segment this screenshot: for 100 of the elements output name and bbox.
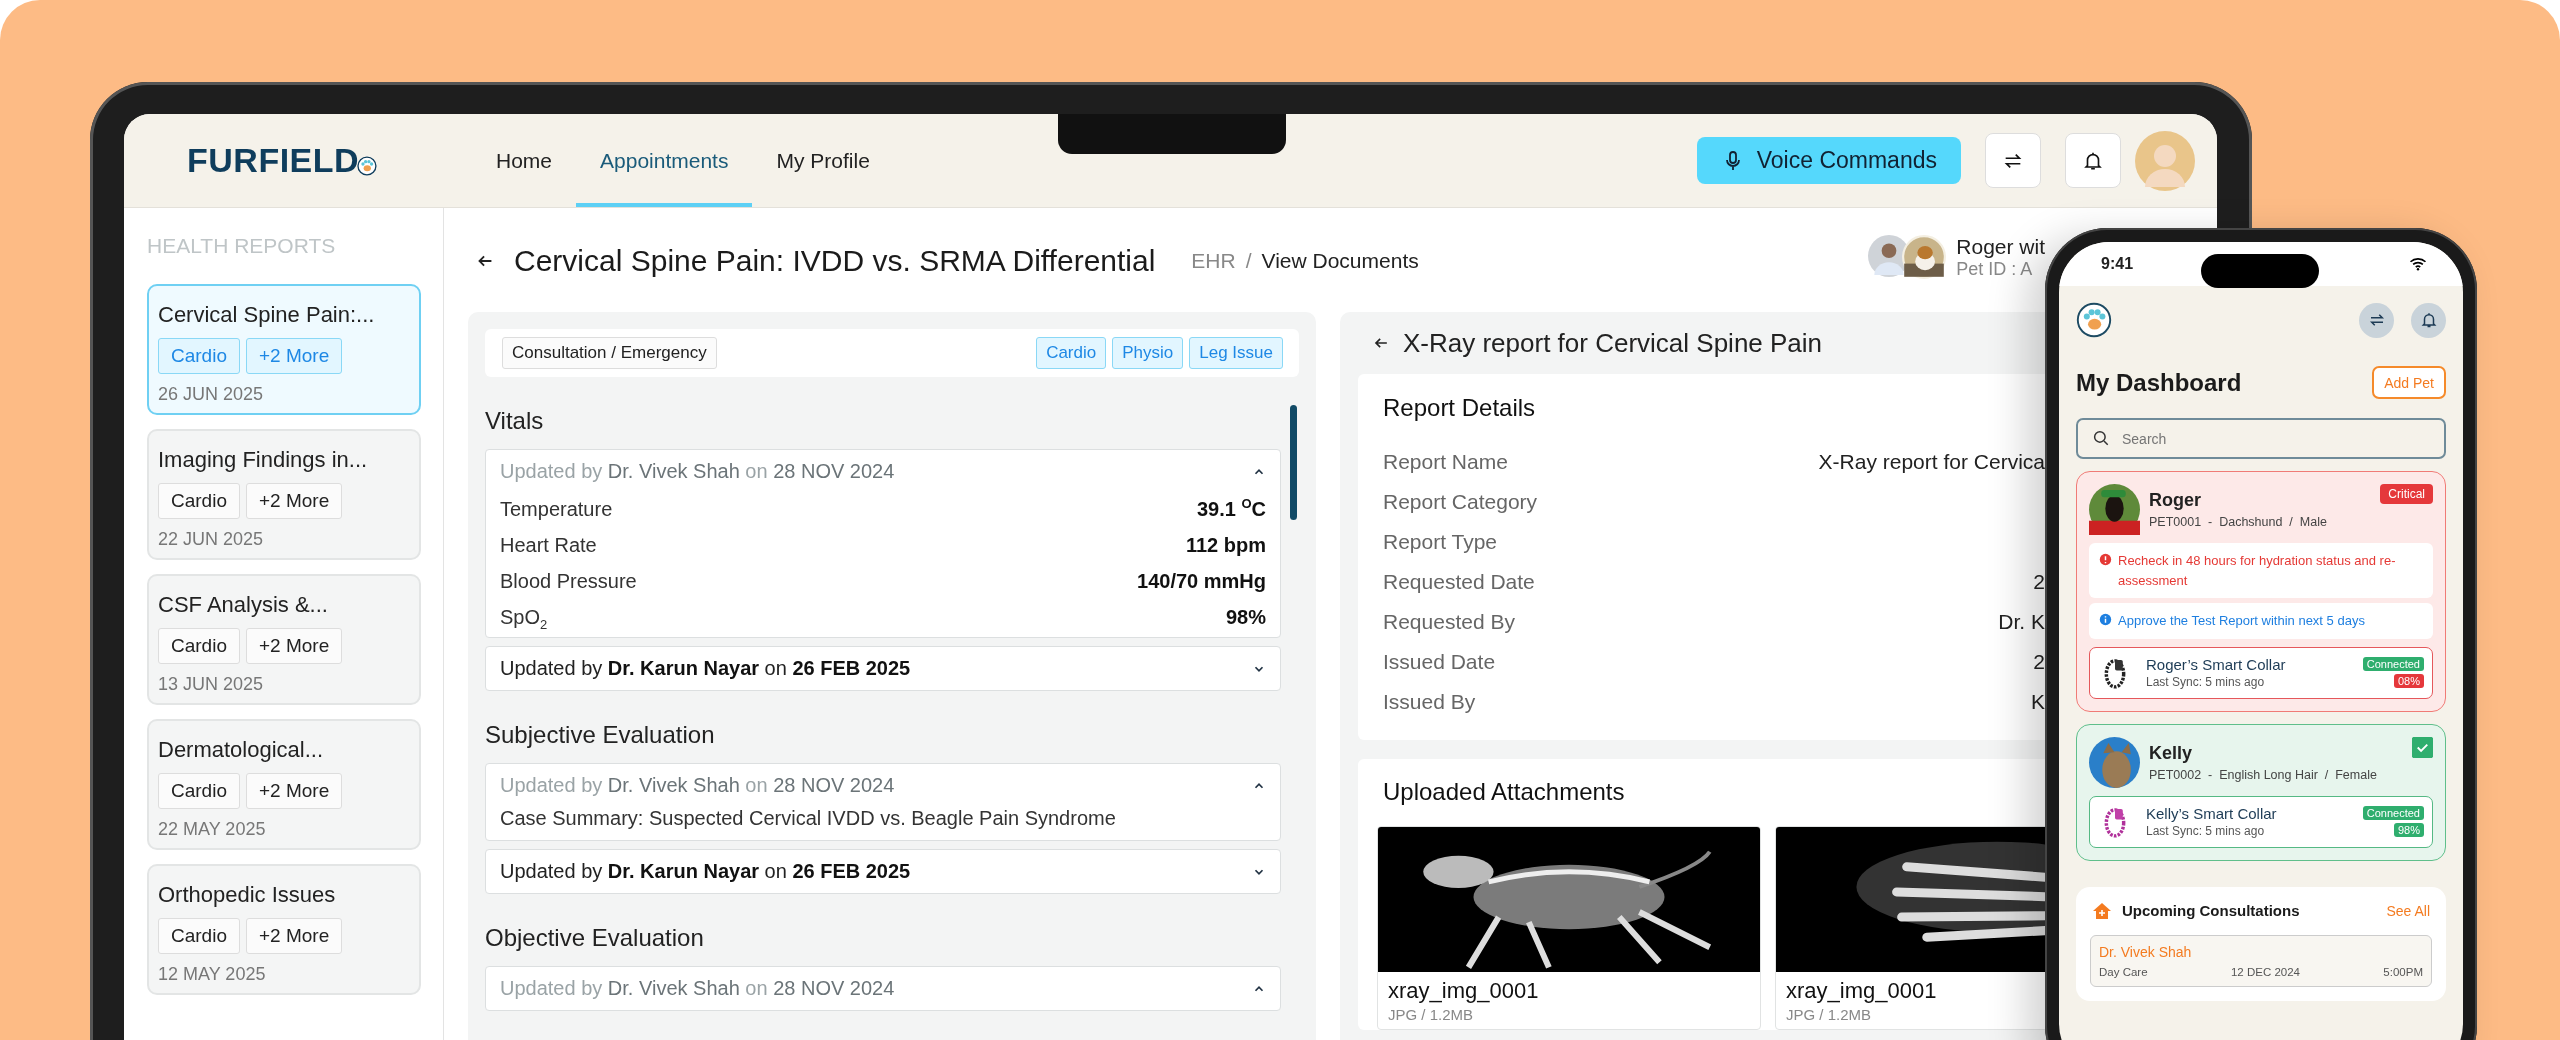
detail-label: Requested By [1383, 610, 1515, 634]
pet-card[interactable]: Kelly PET0002 - English Long Hair / Female Kelly’s Smart Collar Last Sync: 5 mins ago Connected 98% [2076, 723, 2446, 861]
update-info: Updated by Dr. Karun Nayar on 26 FEB 2025 [500, 860, 911, 883]
visit-time: 5:00PM [2383, 965, 2423, 978]
pet-card[interactable]: Roger PET0001 - Dachshund / Male Critical Recheck in 48 hours for hydration status and re-assessment Approve the Test Report within next 5 days Roger’s Smart Collar Last Sync: 5 mins ago Connected 08% [2076, 471, 2446, 712]
update-card[interactable]: Updated by Dr. Vivek Shah on 28 NOV 2024 [485, 966, 1281, 1011]
wifi-icon [2409, 257, 2427, 271]
update-card[interactable]: Updated by Dr. Karun Nayar on 26 FEB 2025 [485, 646, 1281, 691]
detail-label: Issued By [1383, 690, 1476, 714]
device-card[interactable]: Roger’s Smart Collar Last Sync: 5 mins ago Connected 08% [2089, 646, 2433, 699]
notifications-button[interactable] [2411, 302, 2446, 338]
status-time: 9:41 [2101, 255, 2134, 273]
vital-label: Temperature [500, 499, 613, 519]
sync-time: Last Sync: 5 mins ago [2146, 675, 2266, 689]
vital-value: 98% [1225, 607, 1266, 627]
tag: Cardio [1036, 337, 1107, 369]
tag: Physio [1112, 337, 1184, 369]
visit-date: 12 DEC 2024 [2230, 965, 2300, 978]
logo[interactable]: FURFIELD [187, 141, 360, 180]
sync-time: Last Sync: 5 mins ago [2146, 824, 2266, 838]
patient-name: Roger wit [1956, 234, 2045, 259]
update-info: Updated by Dr. Karun Nayar on 26 FEB 2025 [500, 657, 911, 680]
pet-id: Pet ID : A [1956, 258, 2034, 280]
report-title: Orthopedic Issues [158, 882, 337, 908]
vital-label: Blood Pressure [500, 571, 637, 591]
switch-button[interactable] [2359, 302, 2394, 338]
card-title: Upcoming Consultations [2122, 902, 2300, 919]
scrollbar[interactable] [1290, 405, 1297, 520]
detail-value: 2 [2033, 650, 2045, 674]
section-heading: Vitals [485, 407, 545, 435]
tag: +2 More [246, 338, 343, 374]
section-heading: Objective Evaluation [485, 924, 705, 952]
search-field[interactable]: Search [2076, 418, 2446, 459]
detail-label: Report Type [1383, 530, 1497, 554]
file-name: xray_img_0001 [1785, 977, 1938, 1004]
connection-badge: Connected [2362, 657, 2424, 671]
report-card[interactable]: Cervical Spine Pain:... Cardio +2 More 26 JUN 2025 [147, 284, 421, 415]
file-meta: JPG / 1.2MB [1387, 1005, 1475, 1025]
detail-label: Report Category [1383, 490, 1538, 514]
report-title: Cervical Spine Pain:... [158, 302, 376, 328]
nav-tab[interactable]: My Profile [752, 114, 894, 207]
update-info: Updated by Dr. Vivek Shah on 28 NOV 2024 [500, 774, 895, 797]
checkbox[interactable] [2412, 736, 2433, 758]
alert-text: Recheck in 48 hours for hydration status and re-assessment [2118, 552, 2397, 590]
report-date: 12 MAY 2025 [158, 964, 267, 985]
update-card[interactable]: Updated by Dr. Vivek Shah on 28 NOV 2024 Case Summary: Suspected Cervical IVDD vs. Beagle Pain Syndrome [485, 763, 1281, 841]
vital-label: Heart Rate [500, 535, 597, 555]
tag: +2 More [246, 483, 343, 519]
pet-name: Roger [2149, 490, 2202, 511]
status-badge: Critical [2380, 484, 2433, 504]
vital-value: 112 bpm [1185, 535, 1266, 555]
detail-label: Issued Date [1383, 650, 1496, 674]
file-name: xray_img_0001 [1387, 977, 1540, 1004]
report-card[interactable]: CSF Analysis &... Cardio +2 More 13 JUN 2025 [147, 574, 421, 705]
section-heading: HEALTH REPORTS [147, 234, 337, 258]
tag: +2 More [246, 773, 343, 809]
vital-value: 39.1 $^{O}$C [1196, 499, 1266, 519]
paw-icon[interactable] [2076, 302, 2112, 338]
update-info: Updated by Dr. Vivek Shah on 28 NOV 2024 [500, 460, 895, 483]
switch-button[interactable] [1985, 133, 2041, 188]
search-icon [2092, 429, 2110, 447]
update-info: Updated by Dr. Vivek Shah on 28 NOV 2024 [500, 977, 895, 1000]
report-card[interactable]: Orthopedic Issues Cardio +2 More 12 MAY 2025 [147, 864, 421, 995]
report-card[interactable]: Imaging Findings in... Cardio +2 More 22 JUN 2025 [147, 429, 421, 560]
tag: Cardio [158, 338, 240, 374]
report-title: CSF Analysis &... [158, 592, 329, 618]
nav-tab[interactable]: Home [472, 114, 577, 207]
file-meta: JPG / 1.2MB [1785, 1005, 1873, 1025]
nav-tab[interactable]: Appointments [576, 114, 753, 207]
battery-badge: 98% [2393, 823, 2424, 837]
consultation-type: Consultation / Emergency [502, 337, 717, 369]
report-card[interactable]: Dermatological... Cardio +2 More 22 MAY 2025 [147, 719, 421, 850]
note-text: Case Summary: Suspected Cervical IVDD vs. Beagle Pain Syndrome [500, 807, 1117, 830]
tag: Cardio [158, 918, 240, 954]
detail-value: Dr. K [1998, 610, 2045, 634]
report-title: Dermatological... [158, 737, 325, 763]
section-heading: Subjective Evaluation [485, 721, 716, 749]
attachment-card[interactable]: xray_img_0001 JPG / 1.2MB [1377, 826, 1761, 1030]
tag: +2 More [246, 918, 343, 954]
pet-info: PET0001 - Dachshund / Male [2149, 515, 2327, 529]
tag: Leg Issue [1189, 337, 1283, 369]
alert-text: Approve the Test Report within next 5 days [2118, 612, 2365, 630]
voice-commands-button[interactable]: Voice Commands [1696, 137, 1961, 184]
tag: Cardio [158, 628, 240, 664]
report-date: 13 JUN 2025 [158, 674, 265, 695]
breadcrumb-link[interactable]: EHR [1191, 249, 1236, 273]
page-title: Cervical Spine Pain: IVDD vs. SRMA Differential [514, 244, 1156, 278]
consultation-item[interactable]: Dr. Vivek Shah Day Care 12 DEC 2024 5:00PM [2090, 934, 2432, 987]
update-card[interactable]: Updated by Dr. Vivek Shah on 28 NOV 2024 Temperature 39.1 $^{O}$C Heart Rate 112 bpm Blood Pressure 140/70 mmHg SpO$_{2}$ 98% [485, 449, 1281, 638]
notifications-button[interactable] [2065, 133, 2121, 188]
vital-value: 140/70 mmHg [1137, 571, 1266, 591]
tag: +2 More [246, 628, 343, 664]
report-title: X-Ray report for Cervical Spine Pain [1403, 327, 1823, 359]
report-date: 22 MAY 2025 [158, 819, 267, 840]
detail-label: Report Name [1383, 450, 1508, 474]
vital-label: SpO$_{2}$ [500, 607, 548, 627]
device-card[interactable]: Kelly’s Smart Collar Last Sync: 5 mins ago Connected 98% [2089, 795, 2433, 848]
device-name: Kelly’s Smart Collar [2146, 805, 2277, 822]
bell-icon [2419, 311, 2438, 329]
update-card[interactable]: Updated by Dr. Karun Nayar on 26 FEB 2025 [485, 849, 1281, 894]
